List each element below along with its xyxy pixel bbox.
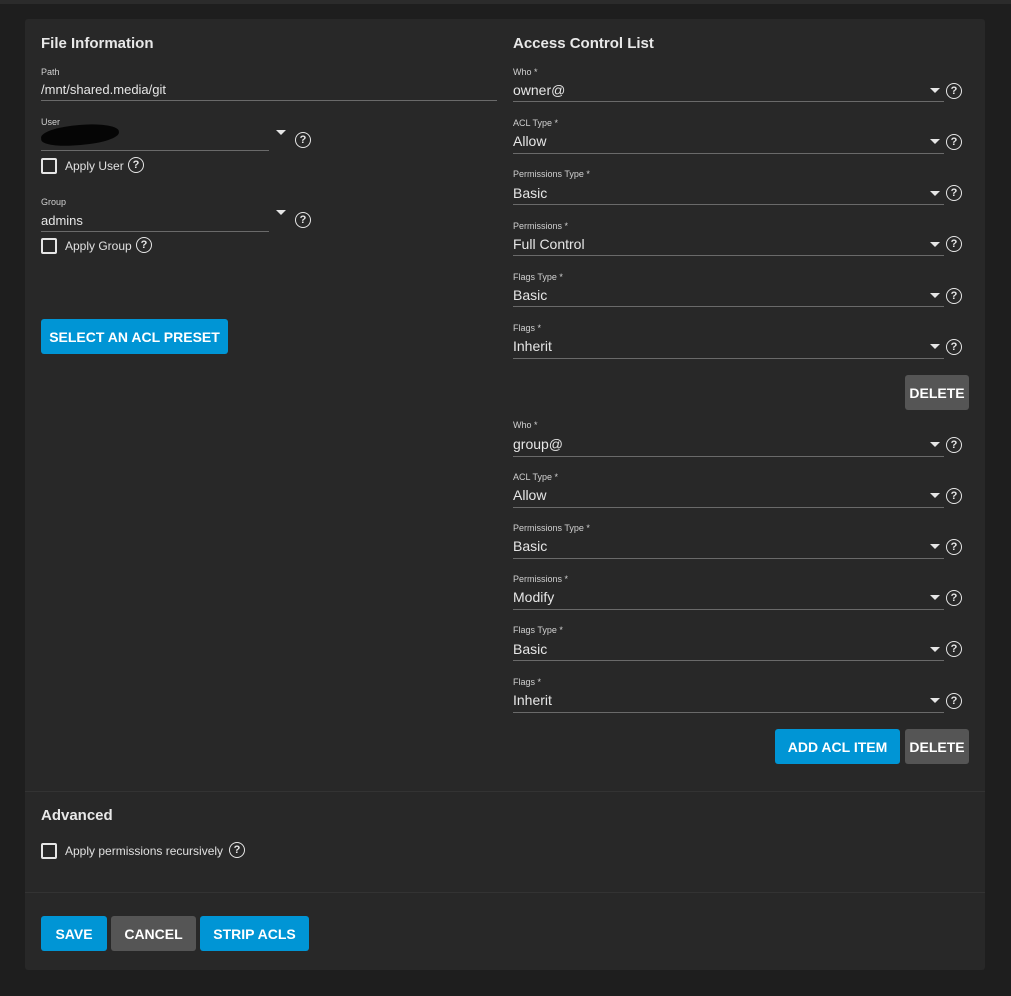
caret-down-icon[interactable] [276,130,286,135]
flags-select[interactable]: Inherit [513,692,552,708]
caret-down-icon[interactable] [276,210,286,215]
help-circle-icon[interactable]: ? [946,488,962,504]
caret-down-icon[interactable] [930,139,940,144]
help-circle-icon[interactable]: ? [946,134,962,150]
help-circle-icon[interactable]: ? [946,437,962,453]
top-bar [0,0,1011,4]
save-button[interactable]: SAVE [41,916,107,951]
permissions-type-underline [513,558,944,559]
help-circle-icon[interactable]: ? [295,212,311,228]
permissions-select[interactable]: Modify [513,589,554,605]
caret-down-icon[interactable] [930,698,940,703]
flags-type-underline [513,660,944,661]
permissions-underline [513,609,944,610]
delete-acl-item-button[interactable]: DELETE [905,375,969,410]
acl-type-select[interactable]: Allow [513,133,546,149]
permissions-type-select[interactable]: Basic [513,538,547,554]
strip-acls-button[interactable]: STRIP ACLS [200,916,309,951]
cancel-button[interactable]: CANCEL [111,916,196,951]
advanced-title: Advanced [41,807,113,824]
group-label: Group [41,197,67,207]
flags-type-select[interactable]: Basic [513,641,547,657]
permissions-underline [513,255,944,256]
help-circle-icon[interactable]: ? [946,339,962,355]
caret-down-icon[interactable] [930,242,940,247]
who-select[interactable]: group@ [513,436,563,452]
permissions-label: Permissions * [513,221,569,231]
apply-group-checkbox[interactable] [41,238,57,254]
apply-user-label: Apply User [65,159,124,173]
apply-recursively-label: Apply permissions recursively [65,844,224,858]
user-underline [41,150,269,151]
user-label: User [41,117,61,127]
caret-down-icon[interactable] [930,88,940,93]
acl-type-label: ACL Type * [513,472,559,482]
acl-type-select[interactable]: Allow [513,487,546,503]
permissions-select[interactable]: Full Control [513,236,585,252]
help-circle-icon[interactable]: ? [946,288,962,304]
flags-type-select[interactable]: Basic [513,287,547,303]
who-label: Who * [513,67,538,77]
permissions-type-label: Permissions Type * [513,169,590,179]
caret-down-icon[interactable] [930,544,940,549]
acl-type-underline [513,153,944,154]
help-circle-icon[interactable]: ? [229,842,245,858]
acl-editor-card: File Information Path /mnt/shared.media/… [25,19,985,970]
flags-type-underline [513,306,944,307]
flags-underline [513,712,944,713]
apply-recursively-checkbox[interactable] [41,843,57,859]
help-circle-icon[interactable]: ? [946,590,962,606]
caret-down-icon[interactable] [930,344,940,349]
caret-down-icon[interactable] [930,493,940,498]
group-select[interactable]: admins [41,213,83,228]
select-acl-preset-button[interactable]: SELECT AN ACL PRESET [41,319,228,354]
flags-label: Flags * [513,323,542,333]
permissions-type-underline [513,204,944,205]
flags-underline [513,358,944,359]
help-circle-icon[interactable]: ? [946,539,962,555]
help-circle-icon[interactable]: ? [295,132,311,148]
caret-down-icon[interactable] [930,595,940,600]
acl-type-label: ACL Type * [513,118,559,128]
caret-down-icon[interactable] [930,293,940,298]
apply-user-checkbox[interactable] [41,158,57,174]
delete-acl-item-button[interactable]: DELETE [905,729,969,764]
help-circle-icon[interactable]: ? [946,236,962,252]
flags-type-label: Flags Type * [513,272,563,282]
who-select[interactable]: owner@ [513,82,565,98]
flags-label: Flags * [513,677,542,687]
permissions-type-label: Permissions Type * [513,523,590,533]
permissions-label: Permissions * [513,574,569,584]
apply-group-label: Apply Group [65,239,132,253]
help-circle-icon[interactable]: ? [128,157,144,173]
permissions-type-select[interactable]: Basic [513,185,547,201]
acl-title: Access Control List [513,35,654,52]
section-divider [25,791,985,792]
who-label: Who * [513,420,538,430]
path-label: Path [41,67,60,77]
file-information-title: File Information [41,35,154,52]
path-value[interactable]: /mnt/shared.media/git [41,82,166,97]
add-acl-item-button[interactable]: ADD ACL ITEM [775,729,900,764]
who-underline [513,456,944,457]
acl-type-underline [513,507,944,508]
caret-down-icon[interactable] [930,647,940,652]
caret-down-icon[interactable] [930,191,940,196]
help-circle-icon[interactable]: ? [946,185,962,201]
group-underline [41,231,269,232]
flags-type-label: Flags Type * [513,625,563,635]
caret-down-icon[interactable] [930,442,940,447]
path-underline [41,100,497,101]
who-underline [513,101,944,102]
help-circle-icon[interactable]: ? [946,641,962,657]
section-divider [25,892,985,893]
flags-select[interactable]: Inherit [513,338,552,354]
help-circle-icon[interactable]: ? [946,83,962,99]
help-circle-icon[interactable]: ? [136,237,152,253]
help-circle-icon[interactable]: ? [946,693,962,709]
